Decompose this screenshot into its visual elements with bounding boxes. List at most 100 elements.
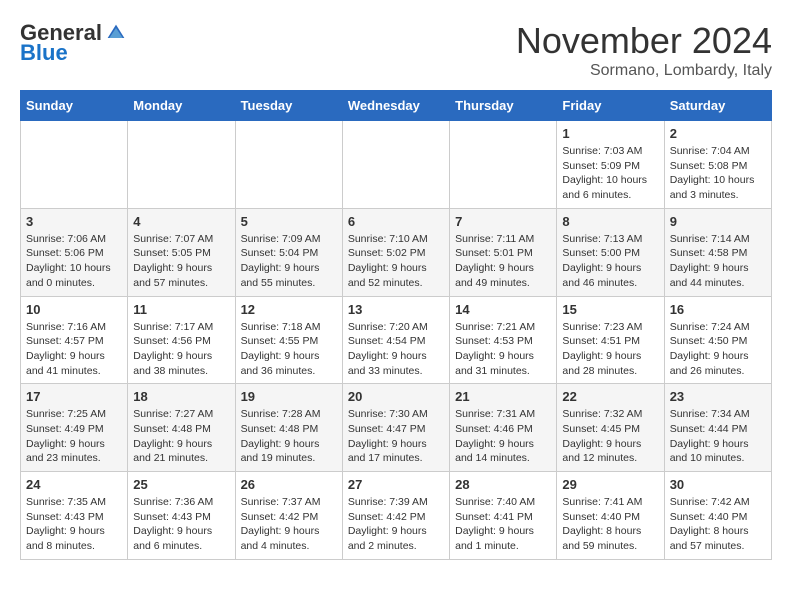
day-info: Sunrise: 7:04 AM Sunset: 5:08 PM Dayligh…: [670, 144, 766, 203]
day-info: Sunrise: 7:42 AM Sunset: 4:40 PM Dayligh…: [670, 495, 766, 554]
day-info: Sunrise: 7:14 AM Sunset: 4:58 PM Dayligh…: [670, 232, 766, 291]
calendar-cell: 11Sunrise: 7:17 AM Sunset: 4:56 PM Dayli…: [128, 296, 235, 384]
day-number: 29: [562, 477, 658, 492]
day-number: 3: [26, 214, 122, 229]
col-monday: Monday: [128, 91, 235, 121]
calendar-cell: 28 Sunrise: 7:40 AM Sunset: 4:41 PM Dayli…: [450, 472, 557, 560]
location: Sormano, Lombardy, Italy: [516, 62, 772, 80]
day-number: 8: [562, 214, 658, 229]
page-header: General Blue November 2024 Sormano, Lomb…: [20, 20, 772, 80]
logo-blue-text: Blue: [20, 40, 68, 66]
day-info: Sunrise: 7:23 AM Sunset: 4:51 PM Dayligh…: [562, 320, 658, 379]
calendar-cell: [128, 121, 235, 209]
day-number: 12: [241, 302, 337, 317]
calendar-cell: 23 Sunrise: 7:34 AM Sunset: 4:44 PM Dayli…: [664, 384, 771, 472]
calendar-cell: 10Sunrise: 7:16 AM Sunset: 4:57 PM Dayli…: [21, 296, 128, 384]
day-info: Sunrise: 7:03 AM Sunset: 5:09 PM Dayligh…: [562, 144, 658, 203]
calendar-cell: 22 Sunrise: 7:32 AM Sunset: 4:45 PM Dayli…: [557, 384, 664, 472]
calendar-cell: 9Sunrise: 7:14 AM Sunset: 4:58 PM Daylig…: [664, 208, 771, 296]
day-number: 15: [562, 302, 658, 317]
calendar-cell: 14 Sunrise: 7:21 AM Sunset: 4:53 PM Dayli…: [450, 296, 557, 384]
day-info: Sunrise: 7:41 AM Sunset: 4:40 PM Dayligh…: [562, 495, 658, 554]
day-number: 5: [241, 214, 337, 229]
day-number: 4: [133, 214, 229, 229]
day-number: 6: [348, 214, 444, 229]
day-number: 30: [670, 477, 766, 492]
calendar-week-2: 10Sunrise: 7:16 AM Sunset: 4:57 PM Dayli…: [21, 296, 772, 384]
day-number: 22: [562, 389, 658, 404]
calendar-cell: 5 Sunrise: 7:09 AM Sunset: 5:04 PM Daylig…: [235, 208, 342, 296]
day-info: Sunrise: 7:40 AM Sunset: 4:41 PM Dayligh…: [455, 495, 551, 554]
day-info: Sunrise: 7:36 AM Sunset: 4:43 PM Dayligh…: [133, 495, 229, 554]
calendar-cell: 27Sunrise: 7:39 AM Sunset: 4:42 PM Dayli…: [342, 472, 449, 560]
day-number: 26: [241, 477, 337, 492]
day-number: 7: [455, 214, 551, 229]
day-info: Sunrise: 7:10 AM Sunset: 5:02 PM Dayligh…: [348, 232, 444, 291]
calendar-cell: [235, 121, 342, 209]
day-number: 28: [455, 477, 551, 492]
calendar-cell: 3 Sunrise: 7:06 AM Sunset: 5:06 PM Daylig…: [21, 208, 128, 296]
day-info: Sunrise: 7:39 AM Sunset: 4:42 PM Dayligh…: [348, 495, 444, 554]
calendar-cell: 12Sunrise: 7:18 AM Sunset: 4:55 PM Dayli…: [235, 296, 342, 384]
calendar-cell: 4Sunrise: 7:07 AM Sunset: 5:05 PM Daylig…: [128, 208, 235, 296]
calendar-cell: 15 Sunrise: 7:23 AM Sunset: 4:51 PM Dayli…: [557, 296, 664, 384]
day-info: Sunrise: 7:21 AM Sunset: 4:53 PM Dayligh…: [455, 320, 551, 379]
day-info: Sunrise: 7:06 AM Sunset: 5:06 PM Dayligh…: [26, 232, 122, 291]
calendar-cell: 19 Sunrise: 7:28 AM Sunset: 4:48 PM Dayli…: [235, 384, 342, 472]
month-title: November 2024: [516, 20, 772, 62]
calendar-cell: 21 Sunrise: 7:31 AM Sunset: 4:46 PM Dayli…: [450, 384, 557, 472]
day-info: Sunrise: 7:34 AM Sunset: 4:44 PM Dayligh…: [670, 407, 766, 466]
calendar-cell: 20 Sunrise: 7:30 AM Sunset: 4:47 PM Dayli…: [342, 384, 449, 472]
calendar-body: 1 Sunrise: 7:03 AM Sunset: 5:09 PM Daylig…: [21, 121, 772, 560]
day-info: Sunrise: 7:13 AM Sunset: 5:00 PM Dayligh…: [562, 232, 658, 291]
day-info: Sunrise: 7:37 AM Sunset: 4:42 PM Dayligh…: [241, 495, 337, 554]
calendar-cell: 8 Sunrise: 7:13 AM Sunset: 5:00 PM Daylig…: [557, 208, 664, 296]
day-info: Sunrise: 7:28 AM Sunset: 4:48 PM Dayligh…: [241, 407, 337, 466]
calendar-header: Sunday Monday Tuesday Wednesday Thursday…: [21, 91, 772, 121]
day-number: 19: [241, 389, 337, 404]
col-friday: Friday: [557, 91, 664, 121]
calendar-cell: 6 Sunrise: 7:10 AM Sunset: 5:02 PM Daylig…: [342, 208, 449, 296]
day-info: Sunrise: 7:09 AM Sunset: 5:04 PM Dayligh…: [241, 232, 337, 291]
day-info: Sunrise: 7:16 AM Sunset: 4:57 PM Dayligh…: [26, 320, 122, 379]
day-info: Sunrise: 7:24 AM Sunset: 4:50 PM Dayligh…: [670, 320, 766, 379]
calendar-cell: 25 Sunrise: 7:36 AM Sunset: 4:43 PM Dayli…: [128, 472, 235, 560]
calendar-cell: 2 Sunrise: 7:04 AM Sunset: 5:08 PM Daylig…: [664, 121, 771, 209]
calendar-cell: 13 Sunrise: 7:20 AM Sunset: 4:54 PM Dayli…: [342, 296, 449, 384]
calendar-week-4: 24Sunrise: 7:35 AM Sunset: 4:43 PM Dayli…: [21, 472, 772, 560]
calendar-cell: 1 Sunrise: 7:03 AM Sunset: 5:09 PM Daylig…: [557, 121, 664, 209]
day-number: 16: [670, 302, 766, 317]
calendar-cell: 17Sunrise: 7:25 AM Sunset: 4:49 PM Dayli…: [21, 384, 128, 472]
day-info: Sunrise: 7:30 AM Sunset: 4:47 PM Dayligh…: [348, 407, 444, 466]
calendar-cell: 18 Sunrise: 7:27 AM Sunset: 4:48 PM Dayli…: [128, 384, 235, 472]
day-number: 18: [133, 389, 229, 404]
day-number: 1: [562, 126, 658, 141]
day-number: 25: [133, 477, 229, 492]
calendar-cell: 30 Sunrise: 7:42 AM Sunset: 4:40 PM Dayli…: [664, 472, 771, 560]
col-thursday: Thursday: [450, 91, 557, 121]
calendar-week-0: 1 Sunrise: 7:03 AM Sunset: 5:09 PM Daylig…: [21, 121, 772, 209]
col-sunday: Sunday: [21, 91, 128, 121]
day-number: 21: [455, 389, 551, 404]
day-info: Sunrise: 7:27 AM Sunset: 4:48 PM Dayligh…: [133, 407, 229, 466]
logo-icon: [106, 23, 126, 43]
calendar-cell: [450, 121, 557, 209]
calendar-cell: 7Sunrise: 7:11 AM Sunset: 5:01 PM Daylig…: [450, 208, 557, 296]
day-number: 13: [348, 302, 444, 317]
day-info: Sunrise: 7:32 AM Sunset: 4:45 PM Dayligh…: [562, 407, 658, 466]
col-wednesday: Wednesday: [342, 91, 449, 121]
title-section: November 2024 Sormano, Lombardy, Italy: [516, 20, 772, 80]
day-number: 2: [670, 126, 766, 141]
day-number: 17: [26, 389, 122, 404]
day-info: Sunrise: 7:31 AM Sunset: 4:46 PM Dayligh…: [455, 407, 551, 466]
calendar-cell: 29 Sunrise: 7:41 AM Sunset: 4:40 PM Dayli…: [557, 472, 664, 560]
calendar-week-3: 17Sunrise: 7:25 AM Sunset: 4:49 PM Dayli…: [21, 384, 772, 472]
day-number: 24: [26, 477, 122, 492]
day-number: 23: [670, 389, 766, 404]
day-number: 14: [455, 302, 551, 317]
col-saturday: Saturday: [664, 91, 771, 121]
calendar-cell: 26 Sunrise: 7:37 AM Sunset: 4:42 PM Dayli…: [235, 472, 342, 560]
day-number: 20: [348, 389, 444, 404]
day-info: Sunrise: 7:20 AM Sunset: 4:54 PM Dayligh…: [348, 320, 444, 379]
day-info: Sunrise: 7:17 AM Sunset: 4:56 PM Dayligh…: [133, 320, 229, 379]
